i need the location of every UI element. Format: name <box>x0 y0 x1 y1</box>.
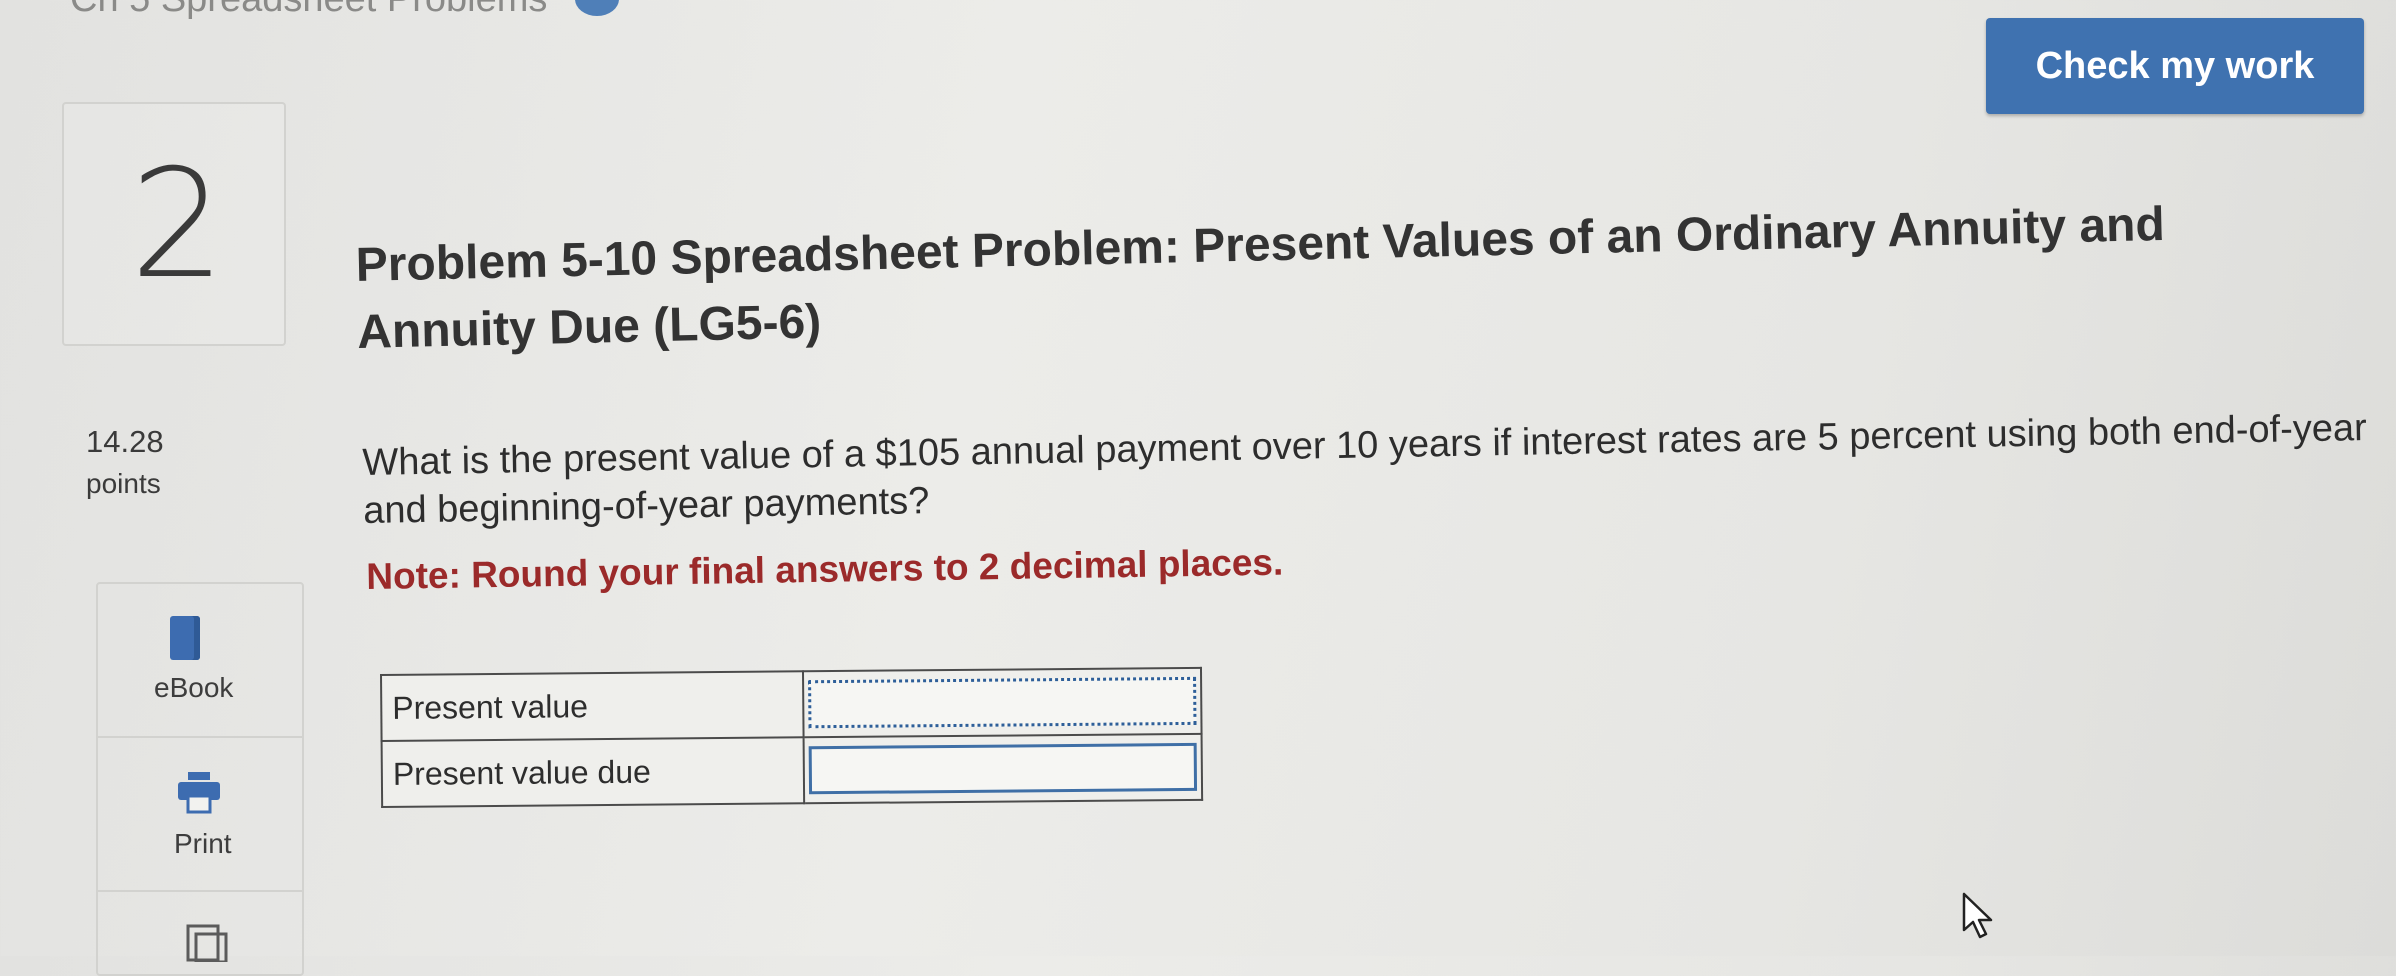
points-value: 14.28 <box>86 424 164 459</box>
reference-icon[interactable] <box>184 922 230 962</box>
present-value-due-input[interactable] <box>808 742 1198 795</box>
present-value-input[interactable] <box>808 676 1197 729</box>
points-label: points <box>86 468 161 499</box>
problem-title: Problem 5-10 Spreadsheet Problem: Presen… <box>355 197 2166 360</box>
question-number: 2 <box>130 138 226 312</box>
ebook-link[interactable]: eBook <box>154 672 233 704</box>
tools-divider <box>98 890 302 892</box>
mouse-cursor-icon <box>1962 892 1993 939</box>
answer-table: Present value Present value due <box>380 666 1204 808</box>
row-label: Present value due <box>381 737 805 807</box>
answer-cell <box>803 733 1203 804</box>
table-row: Present value <box>381 667 1202 741</box>
row-label: Present value <box>381 671 804 741</box>
question-text: What is the present value of a $105 annu… <box>362 407 2368 532</box>
title-badge <box>575 0 619 16</box>
print-link[interactable]: Print <box>174 828 232 860</box>
book-icon[interactable] <box>170 616 200 660</box>
table-row: Present value due <box>381 733 1203 807</box>
answer-cell <box>803 667 1202 738</box>
printer-icon[interactable] <box>176 770 222 816</box>
check-my-work-button[interactable]: Check my work <box>1986 18 2364 114</box>
rounding-note: Note: Round your final answers to 2 deci… <box>366 541 1284 597</box>
assignment-title: Ch 5 Spreadsheet Problems <box>70 0 547 21</box>
tools-divider <box>98 736 302 738</box>
